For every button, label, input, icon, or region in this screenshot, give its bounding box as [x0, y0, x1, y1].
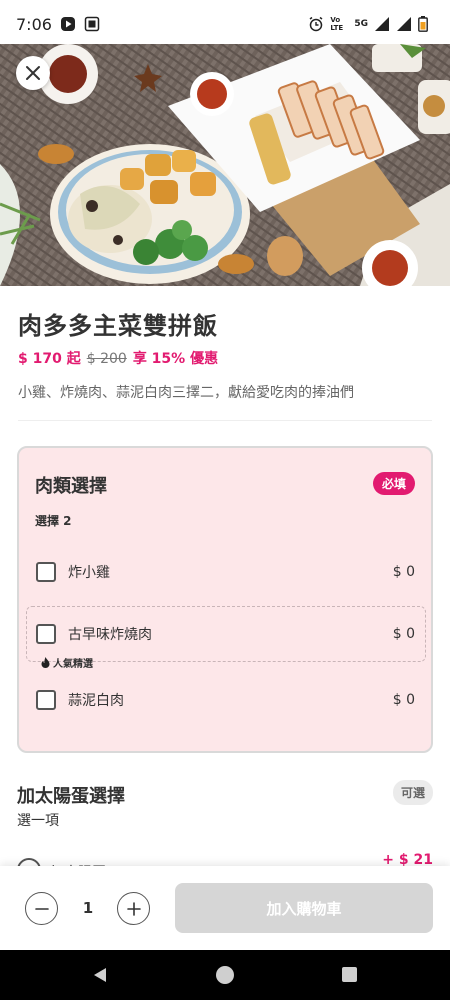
system-nav-bar [0, 950, 450, 1000]
media-play-icon [60, 16, 76, 32]
checkbox[interactable] [36, 624, 56, 644]
group-subtitle: 選擇 2 [35, 514, 72, 528]
network-label: 5G [354, 19, 368, 29]
checkbox[interactable] [36, 690, 56, 710]
option-label: 古早味炸燒肉 [68, 627, 152, 643]
popular-tag: 人氣精選 [41, 655, 93, 670]
signal-icon [374, 16, 390, 32]
dish-description: 小雞、炸燒肉、蒜泥白肉三擇二，獻給愛吃肉的捧油們 [18, 385, 354, 401]
close-icon [25, 65, 41, 81]
option-label: 炸小雞 [68, 565, 110, 581]
recent-apps-icon[interactable] [342, 967, 357, 982]
decrease-quantity-button[interactable] [25, 892, 58, 925]
volte-label: Vo LTE [330, 16, 344, 32]
original-price: $ 200 [86, 351, 127, 367]
increase-quantity-button[interactable] [117, 892, 150, 925]
egg-group-subtitle: 選一項 [17, 813, 59, 829]
option-label: 蒜泥白肉 [68, 693, 124, 709]
optional-badge: 可選 [392, 780, 433, 805]
home-icon[interactable] [216, 966, 234, 984]
alarm-icon [308, 16, 324, 32]
fire-icon [41, 657, 50, 668]
discount-label: 享 15% 優惠 [132, 351, 219, 367]
option-price: $ 0 [392, 564, 415, 580]
dish-title: 肉多多主菜雙拼飯 [18, 312, 218, 340]
required-badge: 必填 [372, 472, 415, 495]
option-price: $ 0 [392, 626, 415, 642]
price-row: $ 170 起 $ 200 享 15% 優惠 [18, 348, 218, 368]
status-bar: 7:06 Vo LTE 5G [0, 0, 450, 48]
option-fried-roast-pork[interactable]: 古早味炸燒肉 $ 0 [19, 612, 431, 656]
status-time: 7:06 [16, 14, 52, 34]
egg-group-title: 加太陽蛋選擇 [17, 786, 125, 807]
app-notification-icon [84, 16, 100, 32]
plus-icon [126, 901, 141, 916]
dish-price: $ 170 起 [18, 351, 81, 367]
dish-hero-image [0, 44, 450, 286]
option-price: $ 0 [392, 692, 415, 708]
option-garlic-pork[interactable]: 蒜泥白肉 $ 0 [19, 678, 431, 722]
option-fried-chicken[interactable]: 炸小雞 $ 0 [19, 550, 431, 594]
signal-icon-2 [396, 16, 412, 32]
minus-icon [34, 902, 49, 916]
add-to-cart-button[interactable]: 加入購物車 [175, 883, 433, 933]
cart-bar: 1 加入購物車 [0, 866, 450, 950]
group-title: 肉類選擇 [35, 476, 107, 497]
close-button[interactable] [16, 56, 50, 90]
back-icon[interactable] [91, 966, 109, 988]
divider [18, 420, 432, 421]
battery-icon [418, 16, 434, 32]
checkbox[interactable] [36, 562, 56, 582]
quantity-value: 1 [82, 899, 94, 917]
meat-choice-group: 肉類選擇 必填 選擇 2 炸小雞 $ 0 古早味炸燒肉 $ 0 人氣精選 蒜泥白… [17, 446, 433, 753]
popular-tag-label: 人氣精選 [53, 659, 93, 670]
